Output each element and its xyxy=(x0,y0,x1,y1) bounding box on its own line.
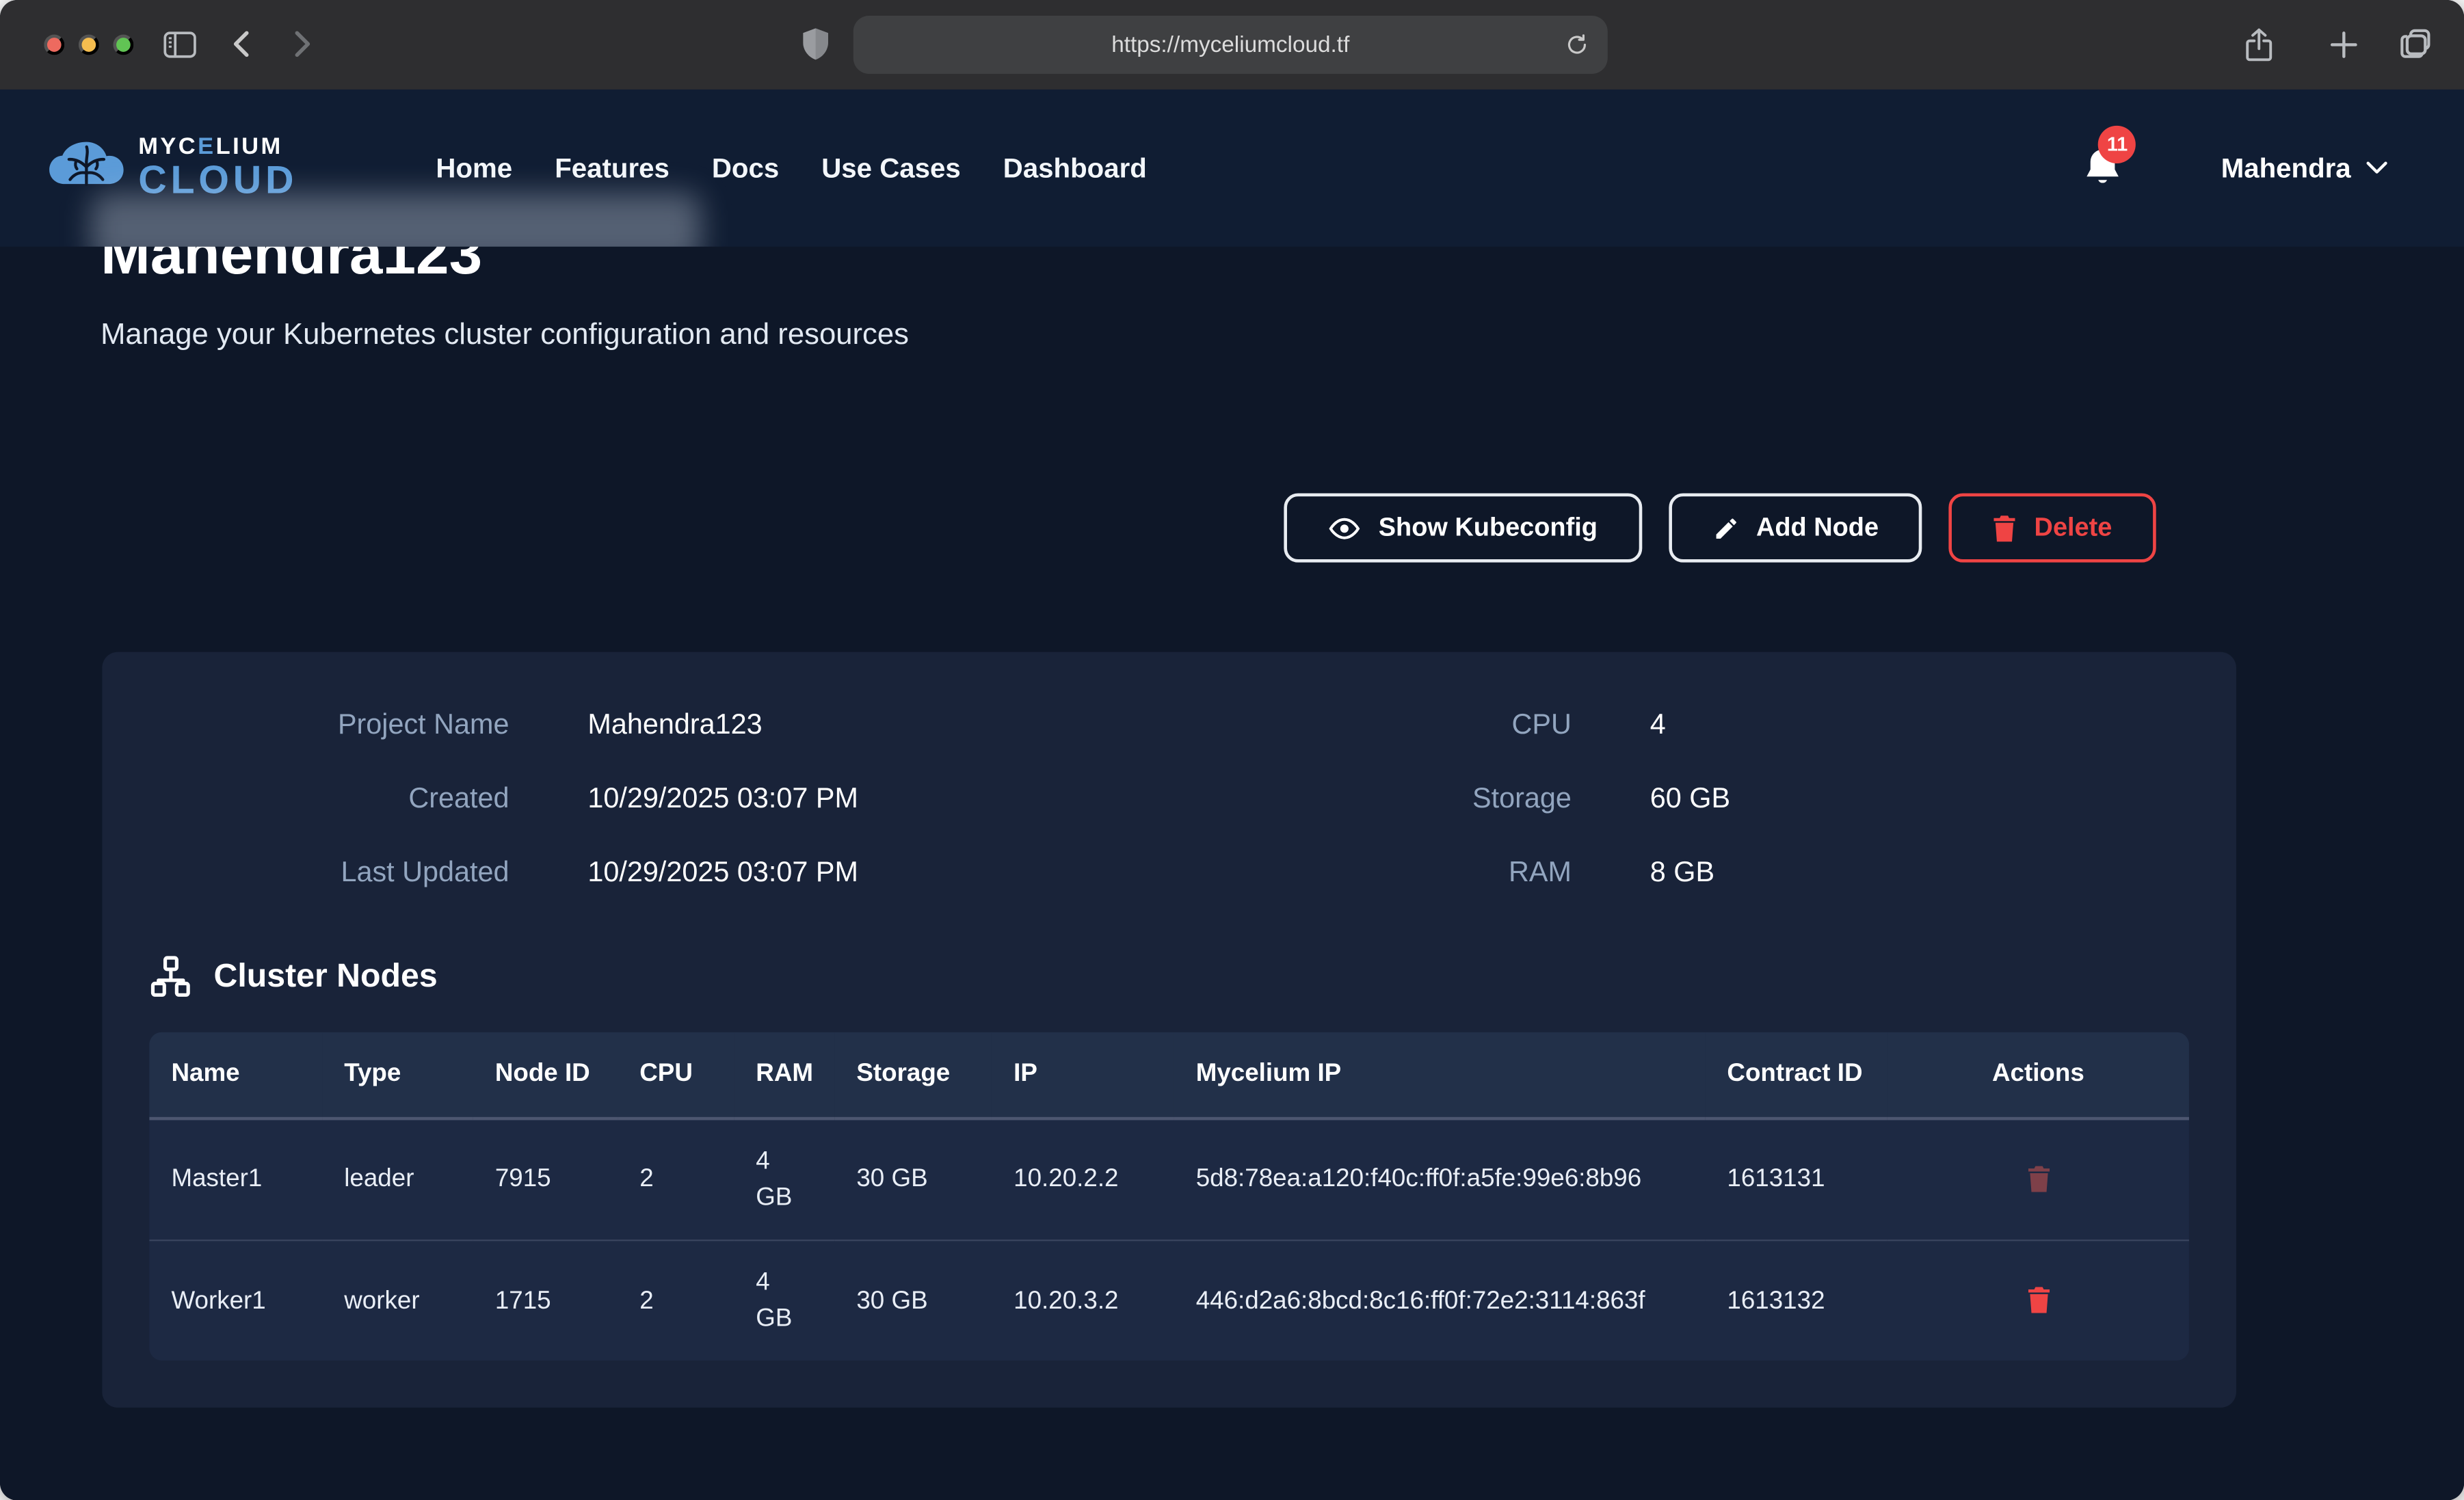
tab-overview-icon[interactable] xyxy=(2395,23,2436,64)
forward-icon[interactable] xyxy=(283,23,324,64)
col-cpu: CPU xyxy=(618,1032,734,1118)
col-actions: Actions xyxy=(1887,1032,2189,1118)
cell-storage: 30 GB xyxy=(834,1118,992,1240)
add-node-button[interactable]: Add Node xyxy=(1668,494,1922,563)
nav-links: Home Features Docs Use Cases Dashboard xyxy=(436,152,1146,185)
nav-link-use-cases[interactable]: Use Cases xyxy=(821,152,960,185)
info-label: Last Updated xyxy=(149,856,509,889)
info-label: Project Name xyxy=(149,708,509,741)
col-type: Type xyxy=(322,1032,473,1118)
cell-storage: 30 GB xyxy=(834,1240,992,1361)
nav-right: 11 Mahendra xyxy=(2083,144,2389,191)
cell-node-id: 1715 xyxy=(473,1240,618,1361)
nodes-table: Name Type Node ID CPU RAM Storage IP Myc… xyxy=(149,1032,2189,1361)
delete-node-icon[interactable] xyxy=(2015,1155,2062,1203)
user-name: Mahendra xyxy=(2221,152,2351,185)
show-kubeconfig-button[interactable]: Show Kubeconfig xyxy=(1284,494,1641,563)
browser-window: https://myceliumcloud.tf xyxy=(0,0,2464,1500)
cell-name: Master1 xyxy=(149,1118,322,1240)
ram-value: 8 GB xyxy=(1650,856,2189,889)
address-bar[interactable]: https://myceliumcloud.tf xyxy=(853,16,1608,74)
nav-link-docs[interactable]: Docs xyxy=(712,152,779,185)
cell-mycelium-ip: 5d8:78ea:a120:f40c:ff0f:a5fe:99e6:8b96 xyxy=(1174,1118,1706,1240)
back-icon[interactable] xyxy=(220,23,261,64)
cell-name: Worker1 xyxy=(149,1240,322,1361)
cell-node-id: 7915 xyxy=(473,1118,618,1240)
add-node-label: Add Node xyxy=(1756,513,1879,543)
cell-ram: 4 GB xyxy=(734,1118,834,1240)
logo-text: MYCELIUM CLOUD xyxy=(138,135,297,202)
table-row-master1: Master1 leader 7915 2 4 GB 30 GB 10.20.2… xyxy=(149,1118,2189,1240)
cell-type: worker xyxy=(322,1240,473,1361)
col-ip: IP xyxy=(992,1032,1174,1118)
col-name: Name xyxy=(149,1032,322,1118)
cell-contract-id: 1613131 xyxy=(1705,1118,1887,1240)
cell-mycelium-ip: 446:d2a6:8bcd:8c16:ff0f:72e2:3114:863f xyxy=(1174,1240,1706,1361)
info-label: CPU xyxy=(1232,708,1572,741)
page: Mahendra123 Manage your Kubernetes clust… xyxy=(0,90,2464,1500)
show-kubeconfig-label: Show Kubeconfig xyxy=(1379,513,1598,543)
cell-ip: 10.20.2.2 xyxy=(992,1118,1174,1240)
cluster-nodes-title: Cluster Nodes xyxy=(214,958,438,995)
info-label: Storage xyxy=(1232,782,1572,815)
page-subtitle: Manage your Kubernetes cluster configura… xyxy=(101,319,909,353)
cluster-nodes-heading: Cluster Nodes xyxy=(149,955,2189,997)
delete-label: Delete xyxy=(2035,513,2112,543)
share-icon[interactable] xyxy=(2238,23,2279,64)
nav-link-home[interactable]: Home xyxy=(436,152,512,185)
project-name-value: Mahendra123 xyxy=(587,708,1153,741)
navbar: MYCELIUM CLOUD Home Features Docs Use Ca… xyxy=(0,90,2464,247)
stage: https://myceliumcloud.tf xyxy=(0,0,2464,1500)
window-close-button[interactable] xyxy=(44,35,64,55)
storage-value: 60 GB xyxy=(1650,782,2189,815)
delete-node-icon[interactable] xyxy=(2015,1277,2062,1324)
nodes-table-wrap: Name Type Node ID CPU RAM Storage IP Myc… xyxy=(149,1032,2189,1361)
cluster-card: Project Name Mahendra123 CPU 4 Created 1… xyxy=(102,652,2236,1408)
col-contract-id: Contract ID xyxy=(1705,1032,1887,1118)
col-storage: Storage xyxy=(834,1032,992,1118)
user-menu[interactable]: Mahendra xyxy=(2221,152,2389,185)
sidebar-toggle-icon[interactable] xyxy=(159,23,200,64)
window-minimize-button[interactable] xyxy=(79,35,99,55)
new-tab-icon[interactable] xyxy=(2322,23,2363,64)
eye-icon xyxy=(1328,516,1361,539)
delete-cluster-button[interactable]: Delete xyxy=(1949,494,2156,563)
cell-ip: 10.20.3.2 xyxy=(992,1240,1174,1361)
logo-line2: CLOUD xyxy=(138,162,297,201)
nav-link-features[interactable]: Features xyxy=(555,152,670,185)
url-text: https://myceliumcloud.tf xyxy=(1111,32,1349,57)
cluster-nodes-icon xyxy=(149,955,191,997)
col-node-id: Node ID xyxy=(473,1032,618,1118)
table-row-worker1: Worker1 worker 1715 2 4 GB 30 GB 10.20.3… xyxy=(149,1240,2189,1361)
col-mycelium-ip: Mycelium IP xyxy=(1174,1032,1706,1118)
cell-ram: 4 GB xyxy=(734,1240,834,1361)
project-info-grid: Project Name Mahendra123 CPU 4 Created 1… xyxy=(149,708,2189,889)
trash-icon xyxy=(1993,515,2017,541)
info-label: RAM xyxy=(1232,856,1572,889)
table-header-row: Name Type Node ID CPU RAM Storage IP Myc… xyxy=(149,1032,2189,1118)
logo[interactable]: MYCELIUM CLOUD xyxy=(47,135,297,202)
logo-cloud-icon xyxy=(47,137,126,200)
last-updated-value: 10/29/2025 03:07 PM xyxy=(587,856,1153,889)
created-value: 10/29/2025 03:07 PM xyxy=(587,782,1153,815)
cpu-value: 4 xyxy=(1650,708,2189,741)
nav-link-dashboard[interactable]: Dashboard xyxy=(1003,152,1147,185)
pencil-icon xyxy=(1712,515,1739,541)
cell-type: leader xyxy=(322,1118,473,1240)
window-zoom-button[interactable] xyxy=(113,35,133,55)
cell-contract-id: 1613132 xyxy=(1705,1240,1887,1361)
reload-icon[interactable] xyxy=(1556,23,1597,64)
info-label: Created xyxy=(149,782,509,815)
shield-icon[interactable] xyxy=(795,23,836,64)
notifications-bell-icon[interactable]: 11 xyxy=(2083,144,2130,191)
logo-line1: MYCELIUM xyxy=(138,135,297,159)
cell-cpu: 2 xyxy=(618,1240,734,1361)
notifications-badge: 11 xyxy=(2098,126,2136,163)
cell-cpu: 2 xyxy=(618,1118,734,1240)
col-ram: RAM xyxy=(734,1032,834,1118)
chevron-down-icon xyxy=(2365,160,2388,176)
toolbar: Show Kubeconfig Add Node Delete xyxy=(1284,494,2156,563)
browser-chrome: https://myceliumcloud.tf xyxy=(0,0,2464,90)
